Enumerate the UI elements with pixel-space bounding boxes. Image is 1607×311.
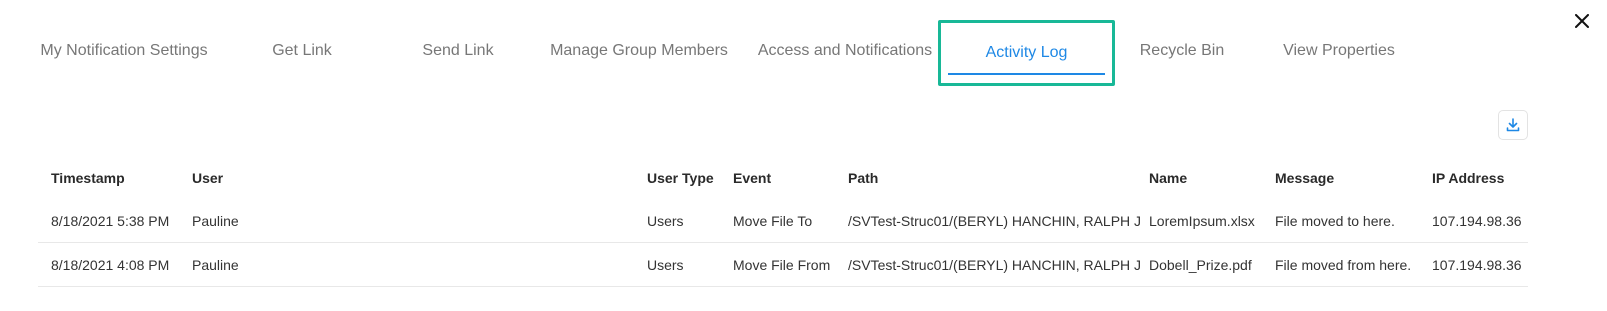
- tab-access-and-notifications[interactable]: Access and Notifications: [750, 20, 940, 82]
- table-row[interactable]: 8/18/2021 4:08 PM Pauline Users Move Fil…: [38, 243, 1528, 287]
- path-cell: /SVTest-Struc01/(BERYL) HANCHIN, RALPH J: [848, 256, 1142, 273]
- close-button[interactable]: [1569, 8, 1595, 34]
- column-header-name[interactable]: Name: [1149, 156, 1187, 199]
- tab-send-link[interactable]: Send Link: [403, 20, 513, 82]
- active-tab-indicator: [948, 73, 1105, 75]
- event-cell: Move File From: [733, 256, 831, 273]
- ip-address-cell: 107.194.98.36: [1432, 256, 1522, 273]
- tab-label: Manage Group Members: [550, 42, 728, 59]
- table-header-row: Timestamp User User Type Event Path Name…: [38, 156, 1528, 199]
- tab-recycle-bin[interactable]: Recycle Bin: [1130, 20, 1234, 82]
- tab-activity-log[interactable]: Activity Log: [938, 20, 1115, 86]
- tab-label: Send Link: [422, 42, 494, 59]
- column-header-user-type[interactable]: User Type: [647, 156, 714, 199]
- tab-manage-group-members[interactable]: Manage Group Members: [543, 20, 735, 82]
- tab-label: Recycle Bin: [1139, 42, 1225, 59]
- user-type-cell: Users: [647, 212, 684, 229]
- user-type-cell: Users: [647, 256, 684, 273]
- table-row[interactable]: 8/18/2021 5:38 PM Pauline Users Move Fil…: [38, 199, 1528, 243]
- activity-log-dialog: My Notification Settings Get Link Send L…: [0, 0, 1607, 311]
- activity-log-table: Timestamp User User Type Event Path Name…: [38, 156, 1528, 287]
- user-cell: Pauline: [192, 256, 239, 273]
- close-icon: [1575, 14, 1589, 28]
- tab-get-link[interactable]: Get Link: [252, 20, 352, 82]
- tab-label: Get Link: [272, 42, 332, 59]
- event-cell: Move File To: [733, 212, 813, 229]
- column-header-user[interactable]: User: [192, 156, 223, 199]
- tab-view-properties[interactable]: View Properties: [1270, 20, 1408, 82]
- message-cell: File moved from here.: [1275, 256, 1412, 273]
- tab-label: Activity Log: [985, 44, 1068, 61]
- name-cell: Dobell_Prize.pdf: [1149, 256, 1252, 273]
- download-icon: [1506, 118, 1520, 132]
- tab-label: My Notification Settings: [40, 42, 208, 59]
- column-header-timestamp[interactable]: Timestamp: [51, 156, 125, 199]
- download-button[interactable]: [1498, 110, 1528, 140]
- tab-label: View Properties: [1283, 42, 1395, 59]
- tab-my-notification-settings[interactable]: My Notification Settings: [24, 20, 224, 82]
- path-cell: /SVTest-Struc01/(BERYL) HANCHIN, RALPH J: [848, 212, 1142, 229]
- column-header-path[interactable]: Path: [848, 156, 878, 199]
- tab-label: Access and Notifications: [757, 42, 933, 59]
- tab-bar: My Notification Settings Get Link Send L…: [0, 20, 1560, 86]
- column-header-message[interactable]: Message: [1275, 156, 1334, 199]
- ip-address-cell: 107.194.98.36: [1432, 212, 1522, 229]
- user-cell: Pauline: [192, 212, 239, 229]
- timestamp-cell: 8/18/2021 4:08 PM: [51, 256, 170, 273]
- name-cell: LoremIpsum.xlsx: [1149, 212, 1255, 229]
- timestamp-cell: 8/18/2021 5:38 PM: [51, 212, 170, 229]
- column-header-ip-address[interactable]: IP Address: [1432, 156, 1504, 199]
- column-header-event[interactable]: Event: [733, 156, 771, 199]
- message-cell: File moved to here.: [1275, 212, 1395, 229]
